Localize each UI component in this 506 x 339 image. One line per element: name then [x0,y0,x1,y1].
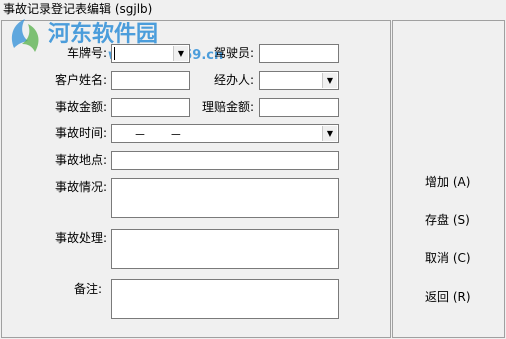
chevron-down-icon[interactable]: ▼ [322,126,337,141]
handling-textarea[interactable] [111,229,339,269]
chevron-down-icon[interactable]: ▼ [322,73,337,88]
add-button[interactable]: 增加 (A) [425,173,470,190]
customer-input[interactable] [111,71,190,90]
time-label: 事故时间: [54,126,107,140]
chevron-down-icon[interactable]: ▼ [173,46,188,61]
save-button[interactable]: 存盘 (S) [425,211,470,228]
place-label: 事故地点: [54,153,107,167]
situation-textarea[interactable] [111,178,339,218]
amount-label: 事故金额: [54,100,107,114]
cancel-button[interactable]: 取消 (C) [425,249,471,266]
handling-label: 事故处理: [54,231,107,245]
time-value: － － [134,128,192,142]
claim-input[interactable] [259,98,339,117]
remark-label: 备注: [73,282,102,296]
plate-select[interactable]: ▼ [111,44,190,63]
driver-label: 驾驶员: [213,46,254,60]
back-button[interactable]: 返回 (R) [425,288,471,305]
plate-label: 车牌号: [66,46,107,60]
situation-label: 事故情况: [54,180,107,194]
watermark-logo-icon [11,19,39,52]
remark-textarea[interactable] [111,279,339,319]
driver-input[interactable] [259,44,339,63]
time-picker[interactable]: － － ▼ [111,124,339,143]
handler-select[interactable]: ▼ [259,71,339,90]
text-caret [114,47,115,60]
place-input[interactable] [111,151,339,170]
handler-label: 经办人: [213,73,254,87]
customer-label: 客户姓名: [54,73,107,87]
amount-input[interactable] [111,98,190,117]
claim-label: 理赔金额: [201,100,254,114]
